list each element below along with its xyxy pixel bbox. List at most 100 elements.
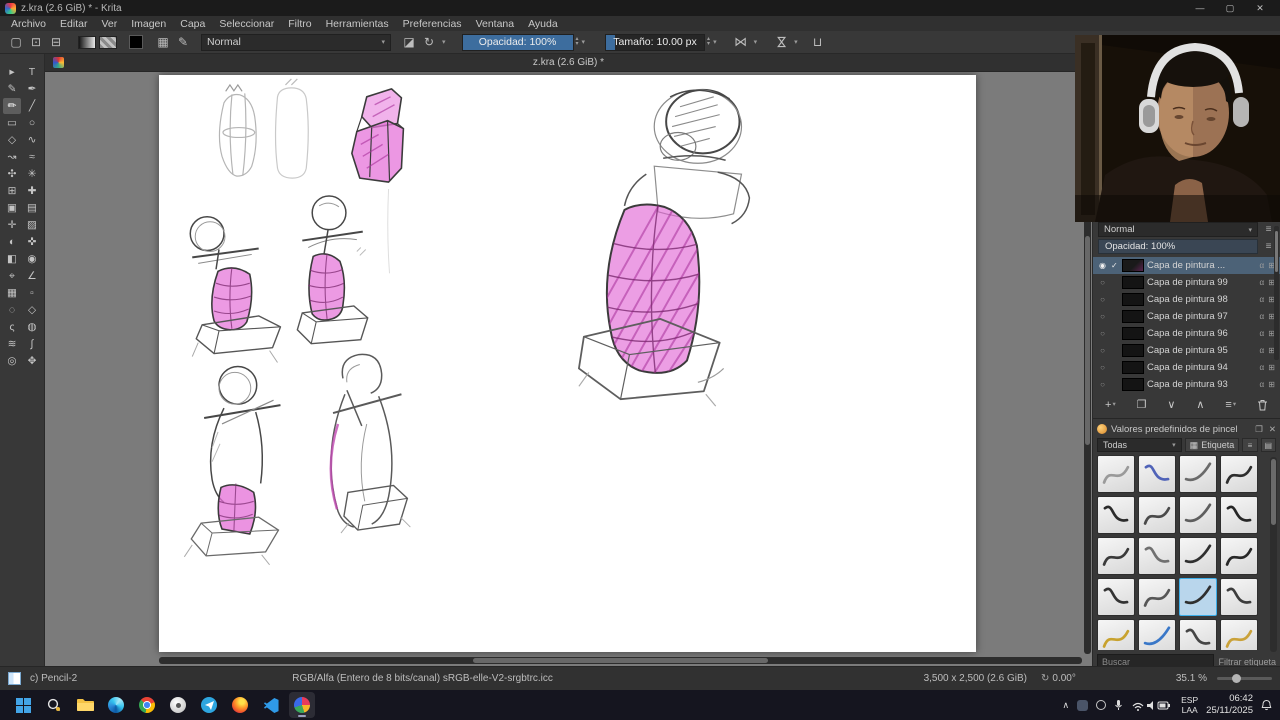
chevron-down-icon[interactable]: ▾ <box>713 38 717 46</box>
assistants-tool[interactable]: ⌖ <box>3 268 21 284</box>
vscode-button[interactable] <box>258 692 284 718</box>
menu-item[interactable]: Archivo <box>4 18 53 30</box>
contiguous-select-tool[interactable]: ◍ <box>23 319 41 335</box>
brush-preset[interactable] <box>1138 619 1176 650</box>
notification-bell-icon[interactable] <box>1261 699 1272 711</box>
brush-preset[interactable] <box>1220 537 1258 575</box>
brush-grid-scrollbar[interactable] <box>1270 457 1277 652</box>
zoom-slider-knob[interactable] <box>1232 674 1242 683</box>
scrollbar-handle[interactable] <box>1085 236 1090 446</box>
layer-row[interactable]: ○ Capa de pintura 98 α ⊞ <box>1093 291 1280 308</box>
blend-mode-dropdown[interactable]: Normal ▾ <box>201 33 391 51</box>
polygon-tool[interactable]: ◇ <box>3 132 21 148</box>
brush-preset[interactable] <box>1220 578 1258 616</box>
trim-to-layer-icon[interactable]: ⊔ <box>808 33 828 51</box>
eraser-mode-icon[interactable]: ◪ <box>399 33 419 51</box>
tray-expand-chevron-icon[interactable]: ∧ <box>1063 700 1070 711</box>
crop-tool[interactable]: ▣ <box>3 200 21 216</box>
menu-item[interactable]: Seleccionar <box>212 18 281 30</box>
brush-preset[interactable] <box>1097 578 1135 616</box>
brush-editor-icon[interactable]: ✎ <box>173 33 193 51</box>
move-layer-up-button[interactable]: ∧ <box>1196 399 1204 411</box>
zoom-slider[interactable] <box>1217 674 1272 683</box>
visibility-icon[interactable]: ◉ <box>1097 261 1108 270</box>
gradient-swatch[interactable] <box>78 35 96 49</box>
freehand-brush-tool[interactable]: ✏ <box>3 98 21 114</box>
tray-app-icon[interactable] <box>1096 700 1107 710</box>
layer-list-scrollbar[interactable] <box>1274 226 1279 360</box>
close-docker-icon[interactable]: ✕ <box>1269 424 1276 435</box>
pan-tool[interactable]: ✥ <box>23 353 41 369</box>
network-volume-battery-icons[interactable] <box>1131 699 1173 712</box>
workspace-chooser-icon[interactable]: ▦ <box>153 33 173 51</box>
multibrush-tool[interactable]: ✳ <box>23 166 41 182</box>
brush-preset[interactable] <box>1138 496 1176 534</box>
display-mode-icon[interactable]: ▤ <box>1260 438 1276 452</box>
edit-shapes-tool[interactable]: ✎ <box>3 81 21 97</box>
smart-patch-tool[interactable]: ✜ <box>23 234 41 250</box>
chevron-down-icon[interactable]: ▾ <box>442 38 446 46</box>
rectangle-tool[interactable]: ▭ <box>3 115 21 131</box>
brush-preset[interactable] <box>1179 537 1217 575</box>
brush-preset[interactable] <box>1179 619 1217 650</box>
document-canvas[interactable] <box>159 75 976 652</box>
brush-preset[interactable] <box>1220 496 1258 534</box>
move-layer-down-button[interactable]: ∨ <box>1167 399 1175 411</box>
brush-preset[interactable] <box>1179 496 1217 534</box>
duplicate-layer-button[interactable]: ❐ <box>1137 399 1147 411</box>
brush-tag-dropdown[interactable]: Todas ▾ <box>1097 438 1182 452</box>
add-layer-button[interactable]: + ▾ <box>1105 399 1116 411</box>
chat-app-button[interactable] <box>196 692 222 718</box>
start-button[interactable] <box>10 692 36 718</box>
polygon-select-tool[interactable]: ◇ <box>23 302 41 318</box>
foreground-background-color[interactable] <box>129 35 143 49</box>
brush-preset[interactable] <box>1220 619 1258 650</box>
menu-item[interactable]: Preferencias <box>396 18 469 30</box>
layer-row[interactable]: ○ Capa de pintura 97 α ⊞ <box>1093 308 1280 325</box>
menu-item[interactable]: Editar <box>53 18 94 30</box>
clock[interactable]: 06:42 25/11/2025 <box>1206 693 1253 717</box>
select-shapes-tool[interactable]: ▸ <box>3 64 21 80</box>
zoom-level-label[interactable]: 35.1 % <box>1176 673 1207 684</box>
brush-preset[interactable] <box>1097 619 1135 650</box>
krita-taskbar-button[interactable] <box>289 692 315 718</box>
text-tool[interactable]: T <box>23 64 41 80</box>
chevron-down-icon[interactable]: ▾ <box>754 38 758 46</box>
visibility-icon[interactable]: ○ <box>1097 346 1108 355</box>
gradient-tool[interactable]: ▤ <box>23 200 41 216</box>
move-tool[interactable]: ✚ <box>23 183 41 199</box>
layer-row[interactable]: ○ Capa de pintura 99 α ⊞ <box>1093 274 1280 291</box>
minimize-button[interactable]: — <box>1185 3 1215 14</box>
layer-row[interactable]: ◉ ✓ Capa de pintura ... α ⊞ <box>1093 257 1280 274</box>
bezier-curve-tool[interactable]: ↝ <box>3 149 21 165</box>
layer-opacity-slider[interactable]: Opacidad: 100% <box>1098 239 1258 254</box>
canvas-area[interactable] <box>45 72 1092 666</box>
layer-row[interactable]: ○ Capa de pintura 93 α ⊞ <box>1093 376 1280 393</box>
transform-tool[interactable]: ⊞ <box>3 183 21 199</box>
layer-property-icons[interactable]: α ⊞ <box>1259 363 1276 372</box>
brush-preset[interactable] <box>1179 578 1217 616</box>
layer-blend-mode-dropdown[interactable]: Normal ▾ <box>1098 222 1258 237</box>
measure-tool[interactable]: ∠ <box>23 268 41 284</box>
layer-row[interactable]: ○ Capa de pintura 94 α ⊞ <box>1093 359 1280 376</box>
visibility-icon[interactable]: ○ <box>1097 312 1108 321</box>
taskbar-search-button[interactable] <box>41 692 67 718</box>
float-docker-icon[interactable]: ❐ <box>1255 424 1263 435</box>
horizontal-scrollbar[interactable] <box>159 657 1082 664</box>
brush-preset[interactable] <box>1179 455 1217 493</box>
pattern-tool[interactable]: ▨ <box>23 217 41 233</box>
firefox-browser-button[interactable] <box>227 692 253 718</box>
polyline-tool[interactable]: ∿ <box>23 132 41 148</box>
brush-preset[interactable] <box>1138 537 1176 575</box>
new-document-icon[interactable]: ▢ <box>6 33 26 51</box>
mirror-vertical-icon[interactable]: ⋈ <box>771 33 791 51</box>
tag-button[interactable]: ▦ Etiqueta <box>1184 438 1240 452</box>
color-sampler-tool[interactable]: ✛ <box>3 217 21 233</box>
visibility-icon[interactable]: ○ <box>1097 329 1108 338</box>
visibility-icon[interactable]: ○ <box>1097 380 1108 389</box>
bezier-select-tool[interactable]: ∫ <box>23 336 41 352</box>
menu-item[interactable]: Imagen <box>124 18 173 30</box>
brush-preset[interactable] <box>1220 455 1258 493</box>
size-spinner[interactable]: ▴ ▾ <box>707 36 710 47</box>
canvas-rotation[interactable]: ↻ 0.00° <box>1041 673 1076 684</box>
